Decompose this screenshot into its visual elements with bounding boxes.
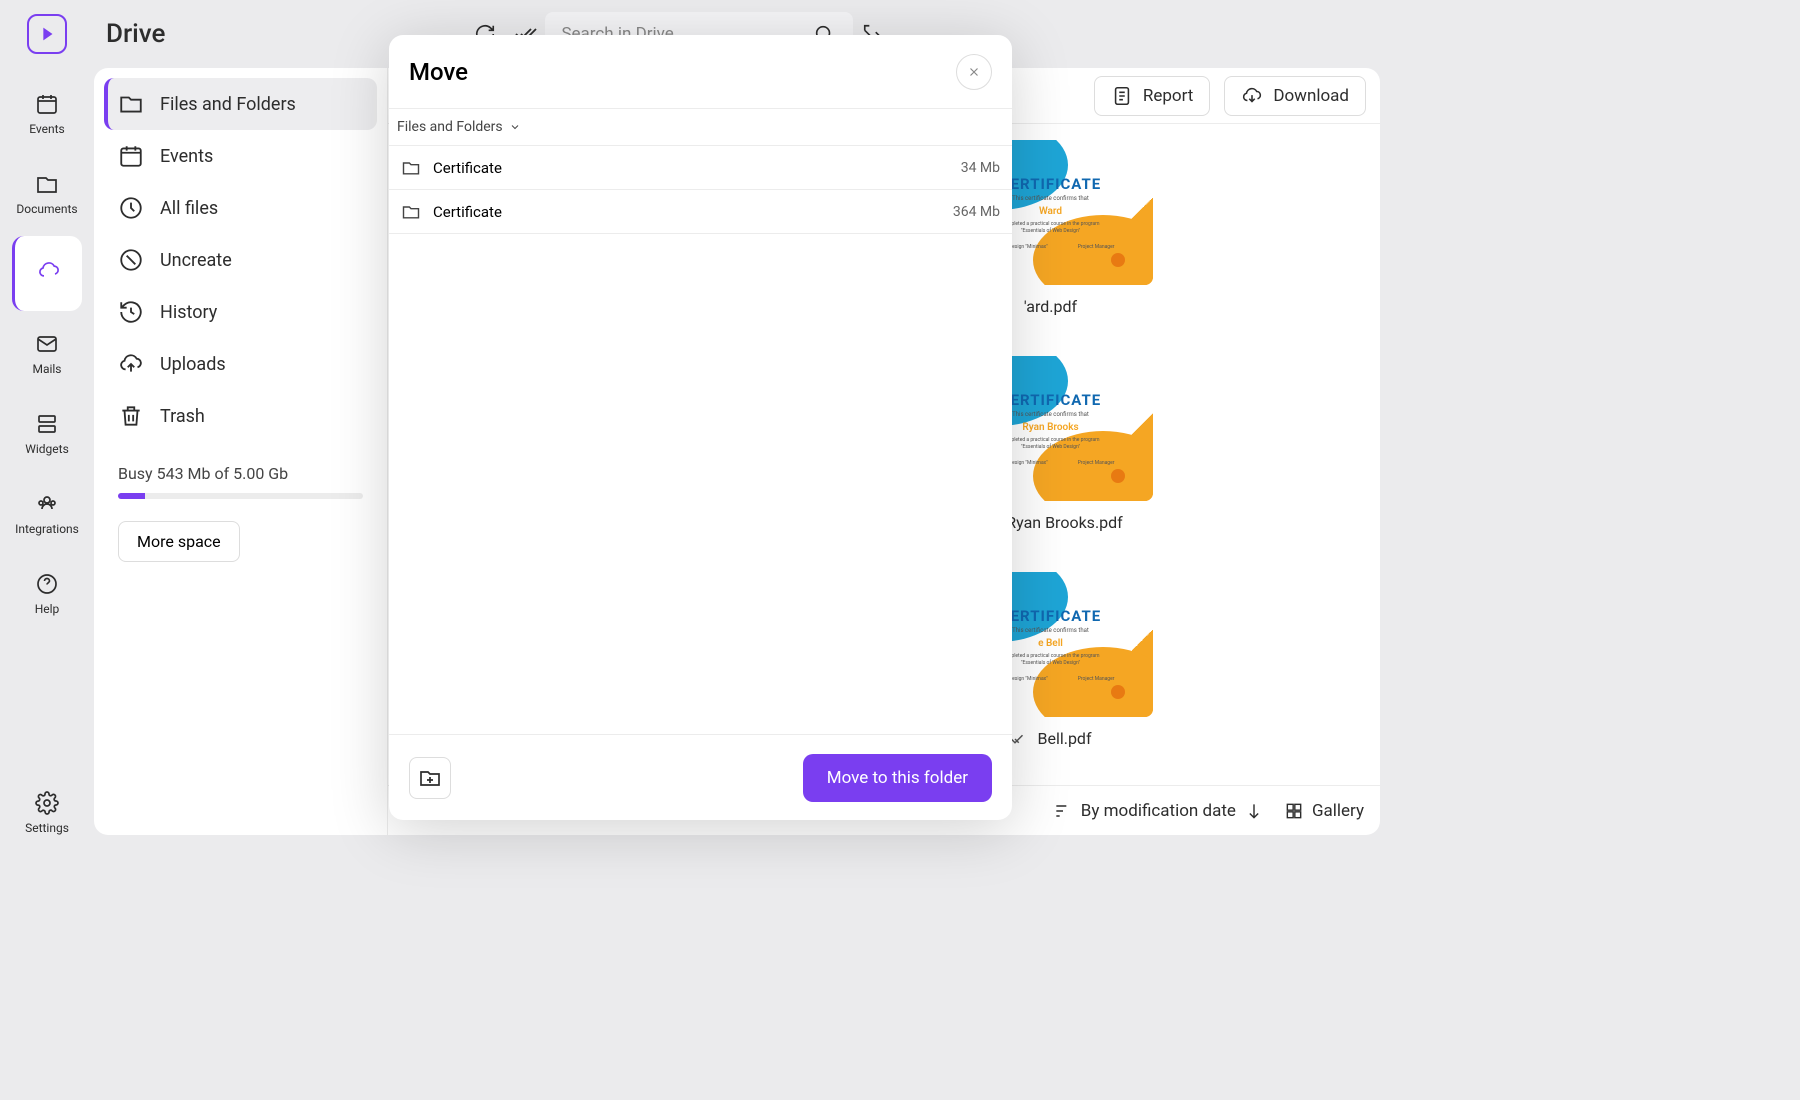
- sidebar-label: All files: [160, 198, 218, 219]
- file-name: Ryan Brooks.pdf: [1006, 513, 1122, 532]
- rail-widgets[interactable]: Widgets: [12, 396, 82, 471]
- arrow-down-icon: [1244, 801, 1264, 821]
- rail-label: Settings: [25, 821, 69, 835]
- report-label: Report: [1143, 86, 1193, 106]
- rail-mails[interactable]: Mails: [12, 316, 82, 391]
- modal-folder-row[interactable]: Certificate 34 Mb: [389, 146, 1012, 190]
- file-name: Bell.pdf: [1037, 729, 1091, 748]
- rail-settings[interactable]: Settings: [12, 775, 82, 850]
- sidebar-label: Uploads: [160, 354, 226, 375]
- folder-size: 364 Mb: [953, 204, 1000, 220]
- file-name: 'ard.pdf: [1024, 297, 1077, 316]
- rail-drive[interactable]: [12, 236, 82, 311]
- sidebar-label: History: [160, 302, 217, 323]
- modal-folder-row[interactable]: Certificate 364 Mb: [389, 190, 1012, 234]
- sidebar: Files and Folders Events All files Uncre…: [94, 68, 388, 835]
- report-button[interactable]: Report: [1094, 76, 1210, 116]
- move-modal: Move Files and Folders Certificate 34 Mb…: [389, 35, 1012, 820]
- download-button[interactable]: Download: [1224, 76, 1366, 116]
- rail-documents[interactable]: Documents: [12, 156, 82, 231]
- sort-label: By modification date: [1081, 801, 1236, 821]
- folder-name: Certificate: [433, 203, 502, 221]
- folder-icon: [401, 202, 421, 222]
- new-folder-button[interactable]: [409, 757, 451, 799]
- breadcrumb-label: Files and Folders: [397, 119, 503, 135]
- folder-size: 34 Mb: [961, 160, 1000, 176]
- sidebar-events[interactable]: Events: [104, 130, 377, 182]
- folder-name: Certificate: [433, 159, 502, 177]
- rail-events[interactable]: Events: [12, 76, 82, 151]
- sidebar-label: Uncreate: [160, 250, 232, 271]
- view-button[interactable]: Gallery: [1284, 801, 1364, 821]
- rail-label: Help: [35, 602, 60, 616]
- rail-help[interactable]: Help: [12, 556, 82, 631]
- storage-info: Busy 543 Mb of 5.00 Gb: [104, 452, 377, 499]
- rail-label: Events: [29, 122, 65, 136]
- view-label: Gallery: [1312, 801, 1364, 821]
- sidebar-uploads[interactable]: Uploads: [104, 338, 377, 390]
- left-rail: Events Documents Mails Widgets Integrati…: [0, 0, 94, 855]
- modal-header: Move: [389, 35, 1012, 109]
- rail-label: Mails: [32, 362, 61, 376]
- sidebar-trash[interactable]: Trash: [104, 390, 377, 442]
- download-label: Download: [1273, 86, 1349, 106]
- sidebar-label: Trash: [160, 406, 205, 427]
- move-confirm-button[interactable]: Move to this folder: [803, 754, 992, 802]
- sidebar-history[interactable]: History: [104, 286, 377, 338]
- more-space-button[interactable]: More space: [118, 521, 240, 562]
- rail-label: Widgets: [25, 442, 69, 456]
- sidebar-label: Events: [160, 146, 213, 167]
- app-logo[interactable]: [27, 14, 67, 54]
- sidebar-all-files[interactable]: All files: [104, 182, 377, 234]
- rail-label: Integrations: [15, 522, 79, 536]
- sidebar-uncreate[interactable]: Uncreate: [104, 234, 377, 286]
- storage-bar: [118, 493, 363, 499]
- modal-title: Move: [409, 58, 468, 86]
- rail-label: Documents: [16, 202, 77, 216]
- page-title: Drive: [106, 19, 165, 49]
- breadcrumb[interactable]: Files and Folders: [389, 109, 1012, 145]
- storage-text: Busy 543 Mb of 5.00 Gb: [118, 464, 363, 483]
- close-button[interactable]: [956, 54, 992, 90]
- folder-icon: [401, 158, 421, 178]
- chevron-down-icon: [509, 121, 521, 133]
- sidebar-label: Files and Folders: [160, 94, 296, 115]
- modal-folder-list: Certificate 34 Mb Certificate 364 Mb: [389, 145, 1012, 734]
- rail-integrations[interactable]: Integrations: [12, 476, 82, 551]
- modal-footer: Move to this folder: [389, 734, 1012, 820]
- sidebar-files-folders[interactable]: Files and Folders: [104, 78, 377, 130]
- sort-button[interactable]: By modification date: [1053, 801, 1264, 821]
